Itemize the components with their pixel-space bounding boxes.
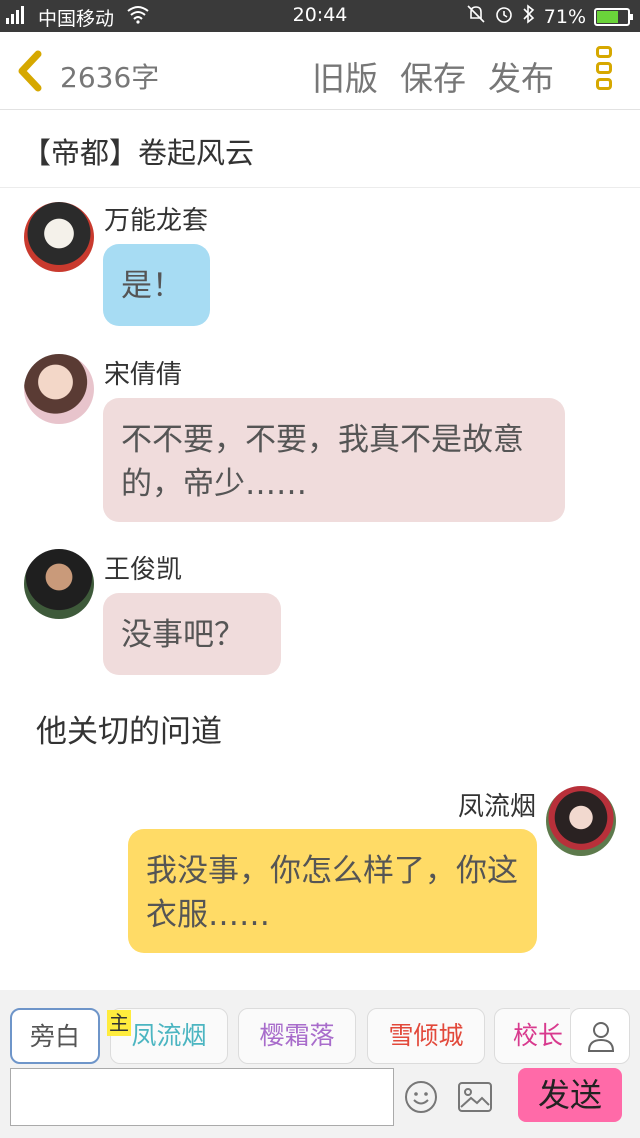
more-menu-icon[interactable] — [594, 46, 614, 96]
emoji-icon[interactable] — [404, 1080, 438, 1114]
send-button[interactable]: 发送 — [518, 1068, 622, 1122]
bluetooth-icon — [522, 4, 536, 29]
avatar[interactable] — [24, 202, 94, 272]
status-bar: 中国移动 20:44 71% — [0, 0, 640, 32]
battery-percent: 71% — [543, 5, 586, 28]
role-tab-narration[interactable]: 旁白 — [10, 1008, 100, 1064]
alarm-icon — [494, 4, 514, 29]
battery-icon — [594, 7, 633, 26]
old-version-button[interactable]: 旧版 — [312, 52, 378, 100]
role-tab-xiaozhang[interactable]: 校长 — [494, 1008, 570, 1064]
speaker-name: 万能龙套 — [104, 206, 209, 236]
divider — [0, 187, 640, 188]
save-button[interactable]: 保存 — [400, 52, 466, 100]
add-role-button[interactable] — [570, 1008, 630, 1064]
narration-text[interactable]: 他关切的问道 — [36, 706, 222, 751]
message-input[interactable] — [10, 1068, 394, 1126]
speaker-name: 凤流烟 — [457, 792, 536, 822]
avatar[interactable] — [24, 549, 94, 619]
message-bubble[interactable]: 没事吧？ — [103, 593, 281, 675]
message-bubble[interactable]: 我没事，你怎么样了，你这衣服…… — [128, 829, 537, 953]
speaker-name: 宋倩倩 — [104, 360, 183, 390]
input-area: 旁白 凤流烟 主 樱霜落 雪倾城 校长 发送 — [0, 990, 640, 1138]
avatar[interactable] — [546, 786, 616, 856]
chapter-title[interactable]: 【帝都】卷起风云 — [22, 130, 254, 172]
user-icon — [571, 1022, 631, 1069]
message-bubble[interactable]: 不不要，不要，我真不是故意的，帝少…… — [103, 398, 565, 522]
word-count: 2636字 — [60, 61, 160, 94]
role-tab-xueqingcheng[interactable]: 雪倾城 — [367, 1008, 485, 1064]
main-role-badge: 主 — [107, 1010, 131, 1036]
avatar[interactable] — [24, 354, 94, 424]
image-icon[interactable] — [458, 1082, 492, 1112]
speaker-name: 王俊凯 — [104, 555, 183, 585]
editor-header: 2636字 旧版 保存 发布 — [0, 32, 640, 110]
back-icon[interactable] — [14, 50, 50, 92]
mute-icon — [466, 4, 486, 29]
message-bubble[interactable]: 是！ — [103, 244, 210, 326]
publish-button[interactable]: 发布 — [488, 52, 554, 100]
role-tab-yingshuangluo[interactable]: 樱霜落 — [238, 1008, 356, 1064]
